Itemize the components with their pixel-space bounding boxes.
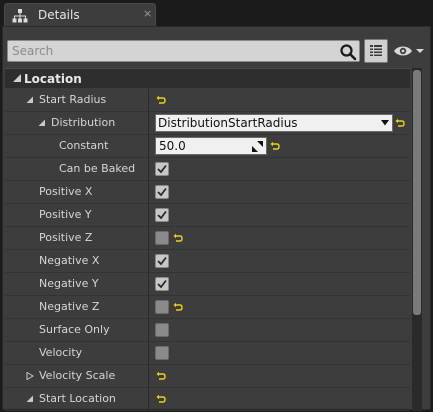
property-row-positive-z: Positive Z: [5, 227, 410, 250]
property-label: Start Location: [39, 392, 116, 405]
property-row-negative-z: Negative Z: [5, 296, 410, 319]
scrollbar-thumb[interactable]: [413, 70, 421, 315]
reset-to-default-icon[interactable]: [173, 302, 183, 312]
reset-to-default-icon[interactable]: [156, 371, 166, 381]
negative-z-checkbox[interactable]: [155, 300, 169, 314]
expand-arrow-icon[interactable]: [38, 119, 46, 127]
property-label: Positive Y: [39, 208, 92, 221]
visibility-filter-button[interactable]: [393, 43, 427, 59]
checkmark-icon: [157, 279, 167, 289]
property-label: Negative X: [39, 254, 100, 267]
expand-arrow-icon: [13, 74, 21, 82]
negative-y-checkbox[interactable]: [155, 277, 169, 291]
constant-value: 50.0: [159, 139, 186, 153]
dropdown-value: DistributionStartRadius: [158, 116, 298, 130]
checkmark-icon: [157, 164, 167, 174]
property-row-start-location: Start Location: [5, 388, 410, 411]
expand-arrow-icon[interactable]: [26, 395, 34, 403]
search-input[interactable]: [12, 43, 332, 59]
property-row-constant: Constant 50.0: [5, 135, 410, 158]
property-label: Velocity Scale: [39, 369, 116, 382]
close-icon[interactable]: ×: [143, 7, 152, 20]
tab-title: Details: [38, 8, 80, 22]
property-row-positive-y: Positive Y: [5, 204, 410, 227]
view-options-icon: [370, 45, 382, 56]
property-label: Negative Y: [39, 277, 99, 290]
property-row-start-radius: Start Radius: [5, 89, 410, 112]
reset-to-default-icon[interactable]: [156, 394, 166, 404]
property-row-can-be-baked: Can be Baked: [5, 158, 410, 181]
negative-x-checkbox[interactable]: [155, 254, 169, 268]
property-label: Distribution: [51, 116, 116, 129]
reset-to-default-icon[interactable]: [395, 118, 405, 128]
property-row-negative-y: Negative Y: [5, 273, 410, 296]
details-tree-icon: [12, 9, 28, 23]
constant-field[interactable]: 50.0: [155, 137, 267, 155]
category-location[interactable]: Location: [5, 68, 410, 88]
property-label: Constant: [59, 139, 109, 152]
eye-icon: [394, 46, 424, 56]
tab-details[interactable]: Details ×: [4, 3, 156, 26]
property-row-negative-x: Negative X: [5, 250, 410, 273]
positive-x-checkbox[interactable]: [155, 185, 169, 199]
checkmark-icon: [157, 256, 167, 266]
reset-to-default-icon[interactable]: [270, 141, 280, 151]
vertical-scrollbar[interactable]: [412, 68, 422, 411]
property-label: Can be Baked: [59, 162, 136, 175]
checkmark-icon: [157, 210, 167, 220]
property-list: Start Radius Distribution DistributionSt…: [5, 89, 410, 411]
property-row-velocity: Velocity: [5, 342, 410, 365]
property-label: Start Radius: [39, 93, 107, 106]
can-be-baked-checkbox[interactable]: [155, 162, 169, 176]
property-row-positive-x: Positive X: [5, 181, 410, 204]
reset-to-default-icon[interactable]: [156, 95, 166, 105]
property-label: Positive Z: [39, 231, 93, 244]
tab-strip: Details ×: [0, 0, 433, 26]
collapsed-arrow-icon[interactable]: [26, 372, 34, 380]
details-panel: Location Start Radius: [2, 26, 431, 411]
positive-y-checkbox[interactable]: [155, 208, 169, 222]
property-row-velocity-scale: Velocity Scale: [5, 365, 410, 388]
view-options-button[interactable]: [364, 39, 388, 63]
velocity-checkbox[interactable]: [155, 346, 169, 360]
property-row-surface-only: Surface Only: [5, 319, 410, 342]
distribution-dropdown[interactable]: DistributionStartRadius: [155, 114, 393, 132]
property-label: Positive X: [39, 185, 93, 198]
property-label: Velocity: [39, 346, 83, 359]
surface-only-checkbox[interactable]: [155, 323, 169, 337]
search-box: [7, 40, 360, 62]
property-label: Surface Only: [39, 323, 110, 336]
checkmark-icon: [157, 187, 167, 197]
expand-arrow-icon[interactable]: [26, 96, 34, 104]
chevron-down-icon: [381, 120, 389, 126]
reset-to-default-icon[interactable]: [173, 233, 183, 243]
search-icon[interactable]: [339, 43, 357, 61]
property-row-distribution: Distribution DistributionStartRadius: [5, 112, 410, 135]
category-label: Location: [24, 72, 82, 86]
property-label: Negative Z: [39, 300, 100, 313]
positive-z-checkbox[interactable]: [155, 231, 169, 245]
drag-handle-icon[interactable]: [252, 141, 263, 152]
